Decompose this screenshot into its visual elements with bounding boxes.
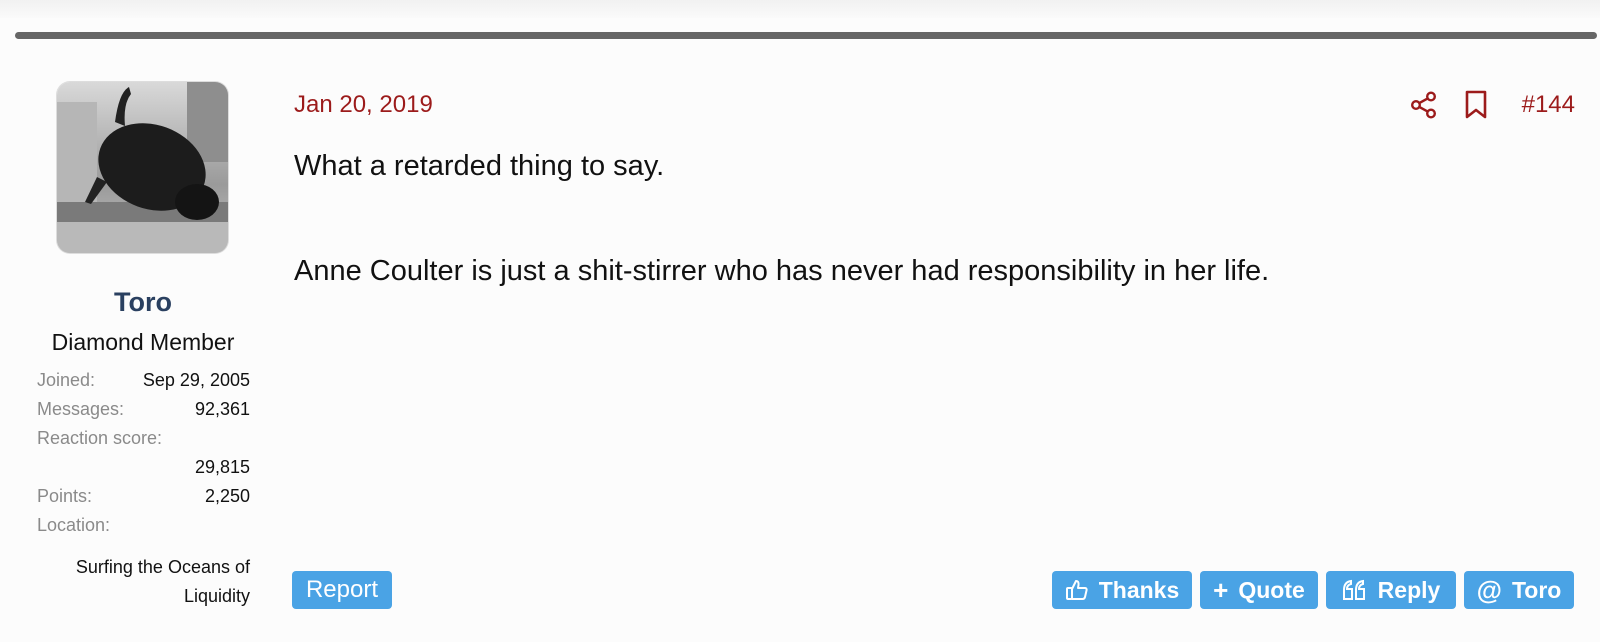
quote-marks-icon: [1342, 579, 1368, 601]
post-date-link[interactable]: Jan 20, 2019: [294, 91, 433, 119]
report-label: Report: [305, 576, 379, 603]
thanks-button[interactable]: Thanks: [1052, 571, 1192, 609]
user-title: Diamond Member: [51, 329, 235, 355]
messages-label: Messages:: [37, 399, 125, 419]
points-value[interactable]: 2,250: [205, 486, 250, 507]
post-paragraph: Anne Coulter is just a shit-stirrer who …: [294, 255, 1270, 287]
points-label: Points:: [37, 486, 93, 506]
bookmark-icon[interactable]: [1464, 90, 1488, 120]
reaction-score-value: 29,815: [194, 457, 250, 477]
thumbs-up-icon: [1065, 578, 1089, 602]
location-label: Location:: [37, 515, 111, 535]
top-strip: [0, 0, 1600, 18]
reply-button[interactable]: Reply: [1326, 571, 1456, 609]
share-icon[interactable]: [1410, 91, 1438, 119]
plus-icon: +: [1213, 575, 1229, 605]
post-number-link[interactable]: #144: [1522, 91, 1575, 119]
username[interactable]: Toro: [0, 287, 286, 318]
mention-label: Toro: [1511, 576, 1562, 603]
user-avatar[interactable]: [57, 82, 228, 253]
mention-button[interactable]: @ Toro: [1464, 571, 1574, 609]
report-button[interactable]: Report: [292, 571, 392, 609]
reaction-score-label: Reaction score:: [37, 428, 163, 448]
messages-value[interactable]: 92,361: [195, 399, 250, 420]
at-icon: @: [1476, 575, 1502, 605]
joined-value: Sep 29, 2005: [142, 370, 250, 390]
location-value[interactable]: Surfing the Oceans of Liquidity: [20, 553, 250, 611]
reply-label: Reply: [1377, 576, 1441, 603]
thanks-label: Thanks: [1098, 576, 1180, 603]
post-paragraph: What a retarded thing to say.: [294, 150, 665, 182]
quote-button[interactable]: + Quote: [1200, 571, 1318, 609]
post-divider: [15, 32, 1597, 39]
joined-label: Joined:: [37, 370, 96, 390]
quote-label: Quote: [1238, 576, 1305, 603]
avatar-image: [57, 82, 228, 253]
